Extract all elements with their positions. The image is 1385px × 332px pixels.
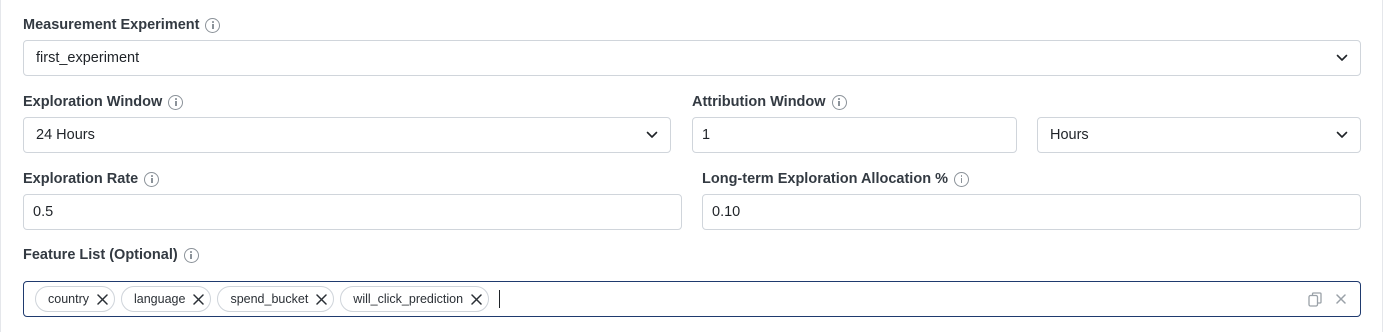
long-term-allocation-value: 0.10 <box>712 204 741 220</box>
attribution-window-input[interactable]: 1 <box>692 117 1017 153</box>
feature-list-label: Feature List (Optional) <box>23 245 199 265</box>
info-icon[interactable] <box>183 247 199 263</box>
attribution-window-label: Attribution Window <box>692 92 847 112</box>
chevron-down-icon <box>1336 131 1348 138</box>
chip-label: language <box>134 292 186 306</box>
close-icon[interactable] <box>316 293 328 305</box>
chevron-down-icon <box>1336 54 1348 61</box>
feature-chip-language[interactable]: language <box>121 286 212 312</box>
info-icon[interactable] <box>168 94 184 110</box>
attribution-unit-select[interactable]: Hours <box>1037 117 1361 153</box>
info-icon[interactable] <box>205 17 221 33</box>
measurement-experiment-select[interactable]: first_experiment <box>23 40 1361 76</box>
feature-chip-will-click-prediction[interactable]: will_click_prediction <box>340 286 490 312</box>
text-cursor <box>499 290 501 308</box>
feature-list-multiselect[interactable]: country language spend_bucket will_click… <box>23 281 1361 317</box>
close-icon[interactable] <box>97 293 108 305</box>
long-term-allocation-label: Long-term Exploration Allocation % <box>702 169 969 189</box>
chip-label: country <box>48 292 89 306</box>
feature-chip-list: country language spend_bucket will_click… <box>24 286 1308 312</box>
clear-icon[interactable] <box>1336 294 1346 304</box>
attribution-unit-value: Hours <box>1050 127 1089 143</box>
chip-label: spend_bucket <box>230 292 309 306</box>
attribution-window-value: 1 <box>702 127 711 143</box>
exploration-rate-label: Exploration Rate <box>23 169 160 189</box>
info-icon[interactable] <box>144 171 160 187</box>
exploration-window-value: 24 Hours <box>36 127 95 143</box>
chip-label: will_click_prediction <box>353 292 464 306</box>
long-term-allocation-input[interactable]: 0.10 <box>702 194 1361 230</box>
exploration-rate-value: 0.5 <box>33 204 54 220</box>
feature-chip-country[interactable]: country <box>35 286 115 312</box>
close-icon[interactable] <box>471 293 482 305</box>
info-icon[interactable] <box>953 171 969 187</box>
measurement-experiment-value: first_experiment <box>36 50 140 66</box>
multiselect-actions <box>1308 291 1346 307</box>
info-icon[interactable] <box>831 94 847 110</box>
exploration-rate-input[interactable]: 0.5 <box>23 194 682 230</box>
copy-icon[interactable] <box>1308 291 1322 307</box>
feature-chip-spend-bucket[interactable]: spend_bucket <box>217 286 335 312</box>
measurement-experiment-label: Measurement Experiment <box>23 15 221 35</box>
close-icon[interactable] <box>193 293 205 305</box>
exploration-window-label: Exploration Window <box>23 92 184 112</box>
exploration-window-select[interactable]: 24 Hours <box>23 117 671 153</box>
chevron-down-icon <box>646 131 658 138</box>
